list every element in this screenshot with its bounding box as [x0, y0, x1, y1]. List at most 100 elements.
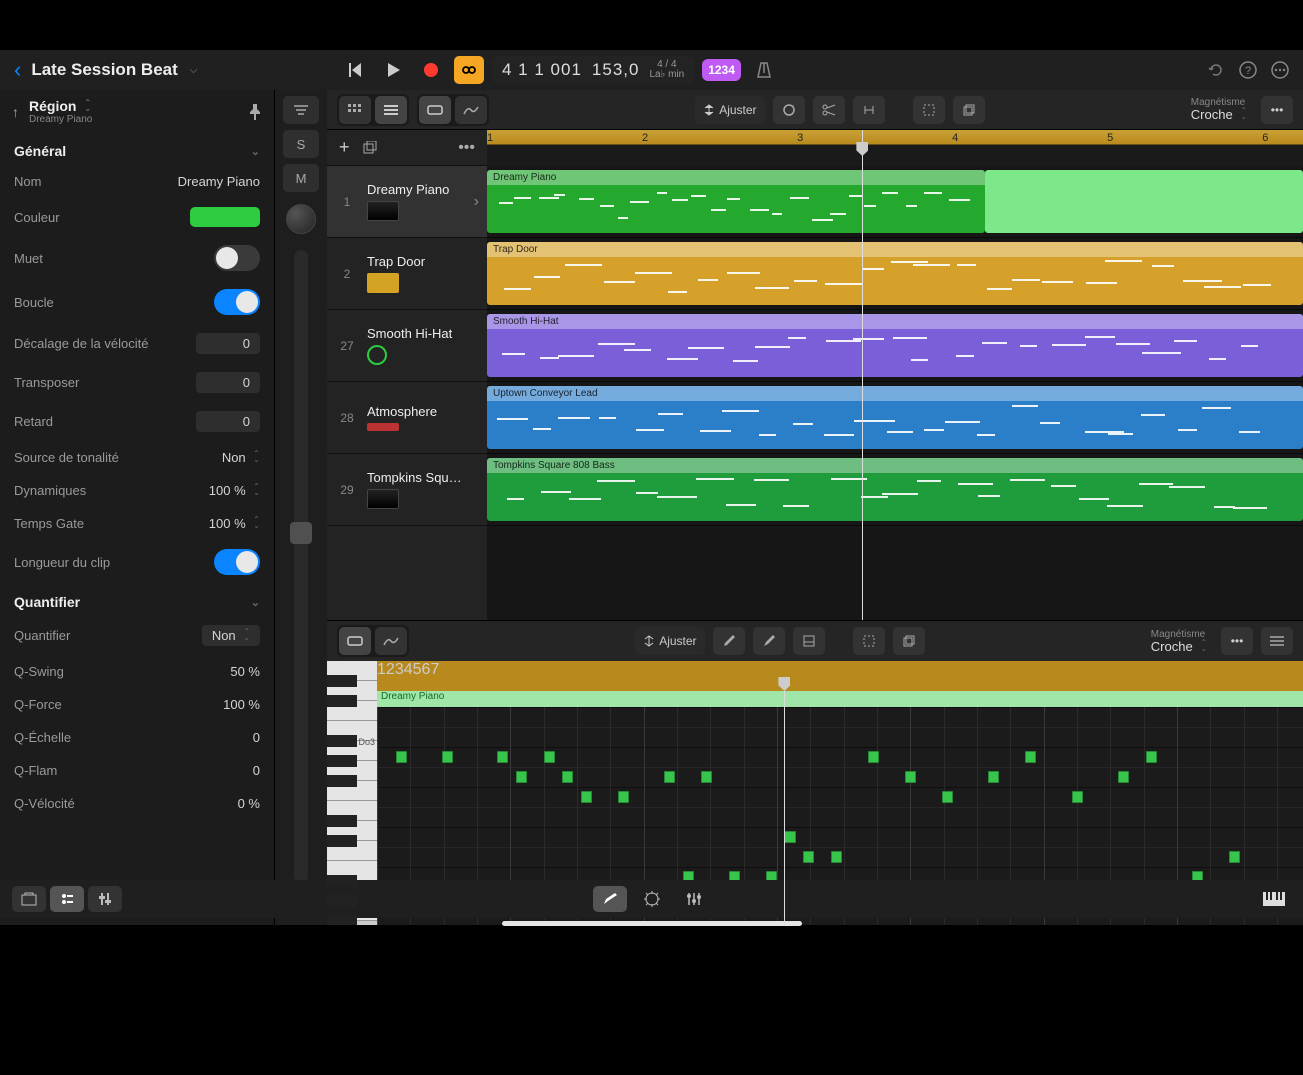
track-more-button[interactable]: •••	[458, 139, 475, 157]
region-row[interactable]: Tompkins Square 808 Bass	[487, 454, 1303, 526]
keyboard-button[interactable]	[1257, 886, 1291, 912]
undo-button[interactable]	[1207, 61, 1225, 79]
qforce-value[interactable]: 100 %	[223, 697, 260, 712]
snap-selector[interactable]: Magnétisme Croche ⌃⌄	[1191, 98, 1247, 121]
midi-note[interactable]	[1025, 751, 1036, 763]
editor-copy-button[interactable]	[893, 627, 925, 655]
midi-note[interactable]	[664, 771, 675, 783]
volume-fader[interactable]	[294, 250, 308, 883]
midi-note[interactable]	[618, 791, 629, 803]
name-value[interactable]: Dreamy Piano	[178, 174, 260, 189]
quantize-value[interactable]: Non ⌃⌄	[202, 625, 260, 646]
editor-more-button[interactable]: •••	[1221, 627, 1253, 655]
qrange-value[interactable]: 0	[253, 730, 260, 745]
inspector-toggle-button[interactable]	[50, 886, 84, 912]
region-row[interactable]: Smooth Hi-Hat	[487, 310, 1303, 382]
view-region-button[interactable]	[419, 96, 451, 124]
back-button[interactable]: ‹	[14, 57, 21, 83]
pan-knob[interactable]	[286, 204, 316, 234]
editor-ruler[interactable]: 1234567	[377, 661, 1303, 691]
section-quantize[interactable]: Quantifier⌄	[0, 584, 274, 616]
clip-length-toggle[interactable]	[214, 549, 260, 575]
color-swatch[interactable]	[190, 207, 260, 227]
region-loop[interactable]	[985, 170, 1303, 233]
velocity-tool-button[interactable]	[793, 627, 825, 655]
track-header[interactable]: 29 Tompkins Squ…	[327, 454, 487, 526]
qswing-value[interactable]: 50 %	[230, 664, 260, 679]
play-button[interactable]	[378, 56, 408, 84]
join-tool-button[interactable]	[853, 96, 885, 124]
mute-toggle[interactable]	[214, 245, 260, 271]
track-header[interactable]: 28 Atmosphere	[327, 382, 487, 454]
chevron-right-icon[interactable]: ›	[474, 193, 479, 211]
velocity-offset-value[interactable]: 0	[196, 333, 260, 354]
midi-note[interactable]	[868, 751, 879, 763]
midi-note[interactable]	[544, 751, 555, 763]
mixer-button[interactable]	[677, 886, 711, 912]
midi-note[interactable]	[701, 771, 712, 783]
view-list-button[interactable]	[375, 96, 407, 124]
delay-value[interactable]: 0	[196, 411, 260, 432]
adjust-button[interactable]: Ajuster	[695, 96, 764, 124]
midi-note[interactable]	[497, 751, 508, 763]
region-row[interactable]: Trap Door	[487, 238, 1303, 310]
pin-icon[interactable]	[248, 104, 262, 120]
pencil-tool-button[interactable]	[713, 627, 745, 655]
midi-note[interactable]	[803, 851, 814, 863]
mute-button[interactable]: M	[283, 164, 319, 192]
region-row[interactable]: Dreamy Piano	[487, 166, 1303, 238]
track-header[interactable]: 27 Smooth Hi-Hat	[327, 310, 487, 382]
midi-note[interactable]	[1146, 751, 1157, 763]
duplicate-track-button[interactable]	[362, 141, 378, 155]
dynamics-value[interactable]: 100 % ⌃⌄	[209, 483, 260, 498]
track-header[interactable]: 2 Trap Door	[327, 238, 487, 310]
editor-marquee-button[interactable]	[853, 627, 885, 655]
region[interactable]: Trap Door	[487, 242, 1303, 305]
filter-button[interactable]	[283, 96, 319, 124]
midi-note[interactable]	[562, 771, 573, 783]
view-grid-button[interactable]	[339, 96, 371, 124]
editor-view-automation-button[interactable]	[375, 627, 407, 655]
editor-view-region-button[interactable]	[339, 627, 371, 655]
region[interactable]: Smooth Hi-Hat	[487, 314, 1303, 377]
smart-controls-button[interactable]	[635, 886, 669, 912]
gate-time-value[interactable]: 100 % ⌃⌄	[209, 516, 260, 531]
lcd-display[interactable]: 4 1 1 001 153,0 4 / 4 La♭ min	[492, 56, 694, 84]
qflam-value[interactable]: 0	[253, 763, 260, 778]
region[interactable]: Uptown Conveyor Lead	[487, 386, 1303, 449]
project-menu-chevron-icon[interactable]: ⌵	[190, 65, 198, 76]
solo-button[interactable]: S	[283, 130, 319, 158]
copy-tool-button[interactable]	[953, 96, 985, 124]
midi-note[interactable]	[988, 771, 999, 783]
editor-playhead[interactable]	[784, 691, 785, 925]
add-track-button[interactable]: +	[339, 137, 350, 158]
fader-thumb[interactable]	[290, 522, 312, 544]
transpose-value[interactable]: 0	[196, 372, 260, 393]
section-general[interactable]: Général⌄	[0, 133, 274, 165]
arrange-ruler[interactable]: 123456	[487, 130, 1303, 166]
inspector-up-icon[interactable]: ↑	[12, 104, 19, 120]
record-button[interactable]	[416, 56, 446, 84]
library-button[interactable]	[12, 886, 46, 912]
region[interactable]: Dreamy Piano	[487, 170, 985, 233]
arrange-regions[interactable]: 123456 Dreamy Piano Trap Door Smooth Hi-Ha…	[487, 130, 1303, 620]
playhead[interactable]	[862, 130, 863, 620]
marquee-tool-button[interactable]	[913, 96, 945, 124]
editor-menu-button[interactable]	[1261, 627, 1293, 655]
region-row[interactable]: Uptown Conveyor Lead	[487, 382, 1303, 454]
midi-note[interactable]	[396, 751, 407, 763]
midi-note[interactable]	[831, 851, 842, 863]
region[interactable]: Tompkins Square 808 Bass	[487, 458, 1303, 521]
toolbar-more-button[interactable]: •••	[1261, 96, 1293, 124]
midi-note[interactable]	[784, 831, 795, 843]
view-automation-button[interactable]	[455, 96, 487, 124]
midi-note[interactable]	[1118, 771, 1129, 783]
editor-toggle-button[interactable]	[593, 886, 627, 912]
midi-note[interactable]	[905, 771, 916, 783]
qvelocity-value[interactable]: 0 %	[238, 796, 260, 811]
midi-note[interactable]	[1229, 851, 1240, 863]
loop-tool-button[interactable]	[773, 96, 805, 124]
scissors-tool-button[interactable]	[813, 96, 845, 124]
count-in-button[interactable]: 1234	[702, 59, 741, 81]
cycle-button[interactable]	[454, 56, 484, 84]
